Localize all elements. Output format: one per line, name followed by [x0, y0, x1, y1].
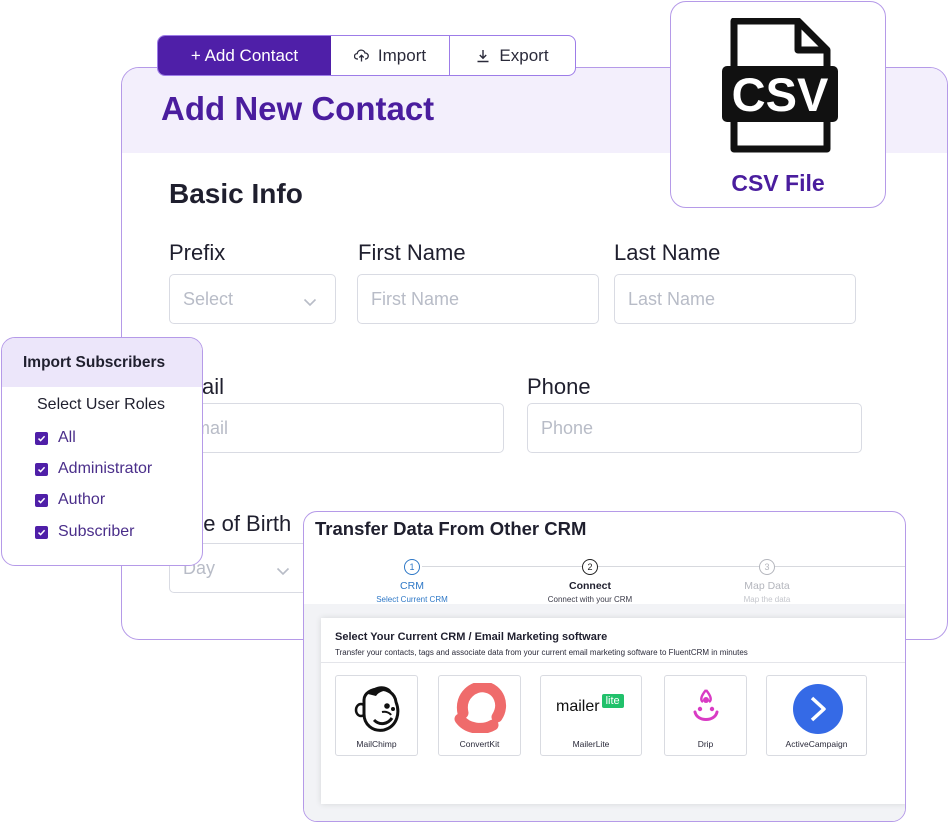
- provider-tile-convertkit[interactable]: ConvertKit: [438, 675, 521, 756]
- step-name: Connect: [569, 580, 611, 592]
- first-name-label: First Name: [358, 240, 466, 265]
- provider-name: Drip: [697, 739, 714, 749]
- chevron-down-icon: [276, 560, 290, 581]
- step-map-data[interactable]: 3 Map Data Map the data: [697, 559, 837, 604]
- csv-file-label: CSV File: [731, 170, 825, 196]
- step-desc: Select Current CRM: [376, 595, 448, 604]
- provider-tile-mailchimp[interactable]: MailChimp: [335, 675, 418, 756]
- step-name: Map Data: [744, 580, 790, 592]
- step-desc: Map the data: [743, 595, 791, 604]
- last-name-label: Last Name: [614, 240, 721, 265]
- step-number: 1: [404, 559, 420, 575]
- step-crm[interactable]: 1 CRM Select Current CRM: [342, 559, 482, 604]
- role-label: Author: [58, 491, 106, 508]
- activecampaign-logo-icon: [792, 683, 844, 740]
- role-label: Subscriber: [58, 523, 135, 540]
- drip-logo-icon: [691, 688, 721, 729]
- chevron-down-icon: [303, 291, 317, 312]
- provider-tile-drip[interactable]: Drip: [664, 675, 747, 756]
- phone-label: Phone: [527, 374, 591, 399]
- phone-input[interactable]: Phone: [527, 403, 862, 453]
- provider-name: ActiveCampaign: [785, 739, 848, 749]
- download-icon: [476, 49, 490, 63]
- checkbox-checked-icon: [35, 493, 48, 507]
- convertkit-logo-icon: [453, 681, 507, 738]
- first-name-input[interactable]: First Name: [357, 274, 599, 324]
- crm-select-description: Transfer your contacts, tags and associa…: [335, 648, 748, 657]
- crm-transfer-title: Transfer Data From Other CRM: [315, 518, 587, 539]
- mailerlite-logo-badge: lite: [601, 694, 624, 708]
- import-label: Import: [377, 45, 427, 65]
- page-title: Add New Contact: [161, 90, 435, 127]
- last-name-placeholder: Last Name: [628, 288, 716, 309]
- provider-tile-mailerlite[interactable]: mailer lite MailerLite: [540, 675, 642, 756]
- provider-name: ConvertKit: [459, 739, 500, 749]
- panel-divider: [321, 662, 905, 663]
- checkbox-checked-icon: [35, 431, 48, 445]
- csv-file-card[interactable]: CSV CSV File: [670, 1, 886, 208]
- add-contact-tab[interactable]: + Add Contact: [158, 36, 331, 75]
- csv-icon-text: CSV: [732, 68, 829, 121]
- step-number: 3: [759, 559, 775, 575]
- contact-toolbar: + Add Contact Import Export: [157, 35, 576, 76]
- cloud-upload-icon: [353, 49, 369, 62]
- first-name-placeholder: First Name: [371, 288, 460, 309]
- import-subscribers-title: Import Subscribers: [2, 338, 202, 387]
- email-input[interactable]: Email: [169, 403, 504, 453]
- import-subscribers-card: Import Subscribers Select User Roles All…: [1, 337, 203, 566]
- section-title: Basic Info: [169, 178, 303, 209]
- phone-placeholder: Phone: [541, 417, 594, 438]
- step-number: 2: [582, 559, 598, 575]
- provider-tile-activecampaign[interactable]: ActiveCampaign: [766, 675, 867, 756]
- role-checkbox-subscriber[interactable]: Subscriber: [35, 523, 134, 541]
- role-checkbox-all[interactable]: All: [35, 429, 76, 447]
- export-tab[interactable]: Export: [450, 36, 575, 75]
- provider-name: MailChimp: [356, 739, 397, 749]
- crm-select-panel: Select Your Current CRM / Email Marketin…: [321, 618, 905, 804]
- mailchimp-logo-icon: [354, 682, 402, 739]
- role-checkbox-administrator[interactable]: Administrator: [35, 460, 152, 478]
- mailerlite-logo-text: mailer: [556, 698, 600, 715]
- step-connect[interactable]: 2 Connect Connect with your CRM: [520, 559, 660, 604]
- checkbox-checked-icon: [35, 462, 48, 476]
- crm-select-title: Select Your Current CRM / Email Marketin…: [335, 631, 608, 643]
- export-label: Export: [499, 45, 549, 65]
- provider-name: MailerLite: [572, 739, 610, 749]
- mailerlite-logo-icon: mailer lite: [556, 694, 624, 716]
- role-label: Administrator: [58, 460, 153, 477]
- step-name: CRM: [400, 580, 424, 592]
- csv-file-icon: CSV: [721, 17, 841, 159]
- step-desc: Connect with your CRM: [547, 595, 633, 604]
- role-label: All: [58, 429, 76, 446]
- add-contact-label: + Add Contact: [190, 45, 299, 65]
- checkbox-checked-icon: [35, 525, 48, 539]
- prefix-placeholder: Select: [183, 288, 234, 309]
- select-user-roles-label: Select User Roles: [37, 396, 166, 413]
- crm-transfer-card: Transfer Data From Other CRM 1 CRM Selec…: [303, 511, 906, 822]
- last-name-input[interactable]: Last Name: [614, 274, 856, 324]
- import-tab[interactable]: Import: [331, 36, 450, 75]
- prefix-select[interactable]: Select: [169, 274, 336, 324]
- role-checkbox-author[interactable]: Author: [35, 491, 105, 509]
- prefix-label: Prefix: [169, 240, 226, 265]
